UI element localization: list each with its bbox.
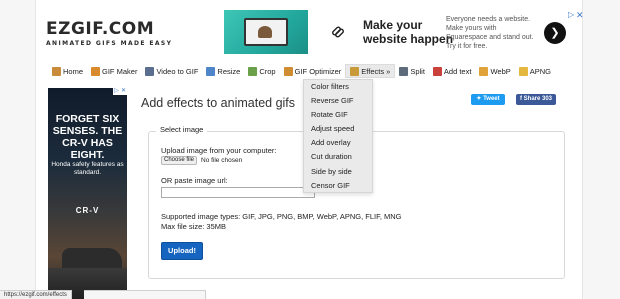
nav-label: Effects »	[361, 66, 391, 76]
browser-page: EZGIF.COM ANIMATED GIFS MADE EASY Make y…	[0, 0, 620, 299]
choose-file-button[interactable]: Choose file	[161, 156, 197, 165]
status-bar-extension	[84, 290, 206, 299]
nav-crop[interactable]: Crop	[244, 64, 279, 78]
nav-home[interactable]: Home	[48, 64, 87, 78]
page-title: Add effects to animated gifs	[141, 96, 296, 110]
resize-icon	[206, 66, 216, 76]
supported-types-text: Supported image types: GIF, JPG, PNG, BM…	[161, 212, 402, 232]
gif-maker-icon	[91, 66, 101, 76]
ad-choices-icon[interactable]: ▷	[113, 88, 120, 95]
nav-label: GIF Optimizer	[294, 66, 342, 76]
side-advertisement[interactable]: ▷ ✕ FORGET SIX SENSES. THE CR-V HAS EIGH…	[48, 88, 127, 299]
logo-title: EZGIF.COM	[46, 19, 155, 39]
ad-close-icon[interactable]: ✕	[120, 88, 127, 95]
menu-item-cut-duration[interactable]: Cut duration	[304, 150, 372, 164]
ad-choices-icon[interactable]: ▷	[568, 10, 574, 19]
nav-label: Split	[410, 66, 425, 76]
effects-dropdown-menu: Color filters Reverse GIF Rotate GIF Adj…	[303, 79, 373, 193]
upload-label: Upload image from your computer:	[161, 146, 277, 155]
tweet-button[interactable]: ✦ Tweet	[471, 94, 505, 105]
nav-gif-optimizer[interactable]: GIF Optimizer	[280, 64, 346, 78]
text-icon	[432, 66, 442, 76]
ad-image	[224, 10, 308, 54]
upload-button[interactable]: Upload!	[161, 242, 203, 260]
squarespace-logo-icon	[332, 26, 344, 38]
nav-resize[interactable]: Resize	[202, 64, 244, 78]
split-icon	[399, 66, 409, 76]
nav-gif-maker[interactable]: GIF Maker	[87, 64, 141, 78]
nav-add-text[interactable]: Add text	[429, 64, 476, 78]
arrow-right-icon[interactable]: ❯	[544, 22, 566, 44]
nav-label: Resize	[217, 66, 241, 76]
menu-item-reverse-gif[interactable]: Reverse GIF	[304, 94, 372, 108]
menu-item-add-overlay[interactable]: Add overlay	[304, 136, 372, 150]
nav-label: WebP	[490, 66, 511, 76]
nav-apng[interactable]: APNG	[515, 64, 555, 78]
paste-url-label: OR paste image url:	[161, 176, 228, 185]
status-bar-url: https://ezgif.com/effects	[0, 290, 72, 299]
logo-tagline: ANIMATED GIFS MADE EASY	[46, 40, 173, 47]
facebook-share-button[interactable]: f Share 303	[516, 94, 556, 105]
nav-label: Home	[63, 66, 84, 76]
nav-video-to-gif[interactable]: Video to GIF	[141, 64, 202, 78]
nav-split[interactable]: Split	[395, 64, 429, 78]
effects-icon	[350, 66, 360, 76]
top-advertisement[interactable]: Make your website happen Everyone needs …	[224, 10, 580, 54]
side-ad-subtext: Honda safety features as standard.	[51, 161, 124, 176]
no-file-text: No file chosen	[201, 157, 243, 164]
menu-item-censor-gif[interactable]: Censor GIF	[304, 179, 372, 193]
main-navigation: Home GIF Maker Video to GIF Resize Crop …	[48, 63, 555, 79]
form-legend: Select image	[156, 125, 208, 134]
nav-effects[interactable]: Effects »	[345, 64, 396, 78]
ad-monitor-graphic	[244, 18, 288, 46]
nav-label: Add text	[443, 66, 472, 76]
menu-item-rotate-gif[interactable]: Rotate GIF	[304, 108, 372, 122]
menu-item-side-by-side[interactable]: Side by side	[304, 165, 372, 179]
nav-webp[interactable]: WebP	[475, 64, 514, 78]
ad-close-icon[interactable]: ✕	[576, 10, 584, 21]
nav-label: Crop	[259, 66, 276, 76]
side-ad-model: CR-V	[75, 206, 100, 215]
image-url-input[interactable]	[161, 187, 315, 198]
nav-label: GIF Maker	[102, 66, 138, 76]
ad-body-text: Everyone needs a website. Make yours wit…	[446, 16, 534, 50]
menu-item-adjust-speed[interactable]: Adjust speed	[304, 122, 372, 136]
max-file-size: Max file size: 35MB	[161, 222, 227, 231]
side-ad-headline: FORGET SIX SENSES. THE CR-V HAS EIGHT.	[52, 113, 123, 161]
home-icon	[52, 66, 61, 76]
site-logo[interactable]: EZGIF.COM ANIMATED GIFS MADE EASY	[46, 20, 172, 47]
share-label: Share 303	[523, 96, 553, 102]
nav-label: APNG	[529, 66, 552, 76]
tweet-label: Tweet	[483, 96, 500, 102]
apng-icon	[518, 66, 528, 76]
optimizer-icon	[283, 66, 293, 76]
menu-item-color-filters[interactable]: Color filters	[304, 80, 372, 94]
supported-types: Supported image types: GIF, JPG, PNG, BM…	[161, 212, 402, 221]
crop-icon	[248, 66, 258, 76]
video-icon	[145, 66, 155, 76]
nav-label: Video to GIF	[156, 66, 199, 76]
webp-icon	[479, 66, 489, 76]
